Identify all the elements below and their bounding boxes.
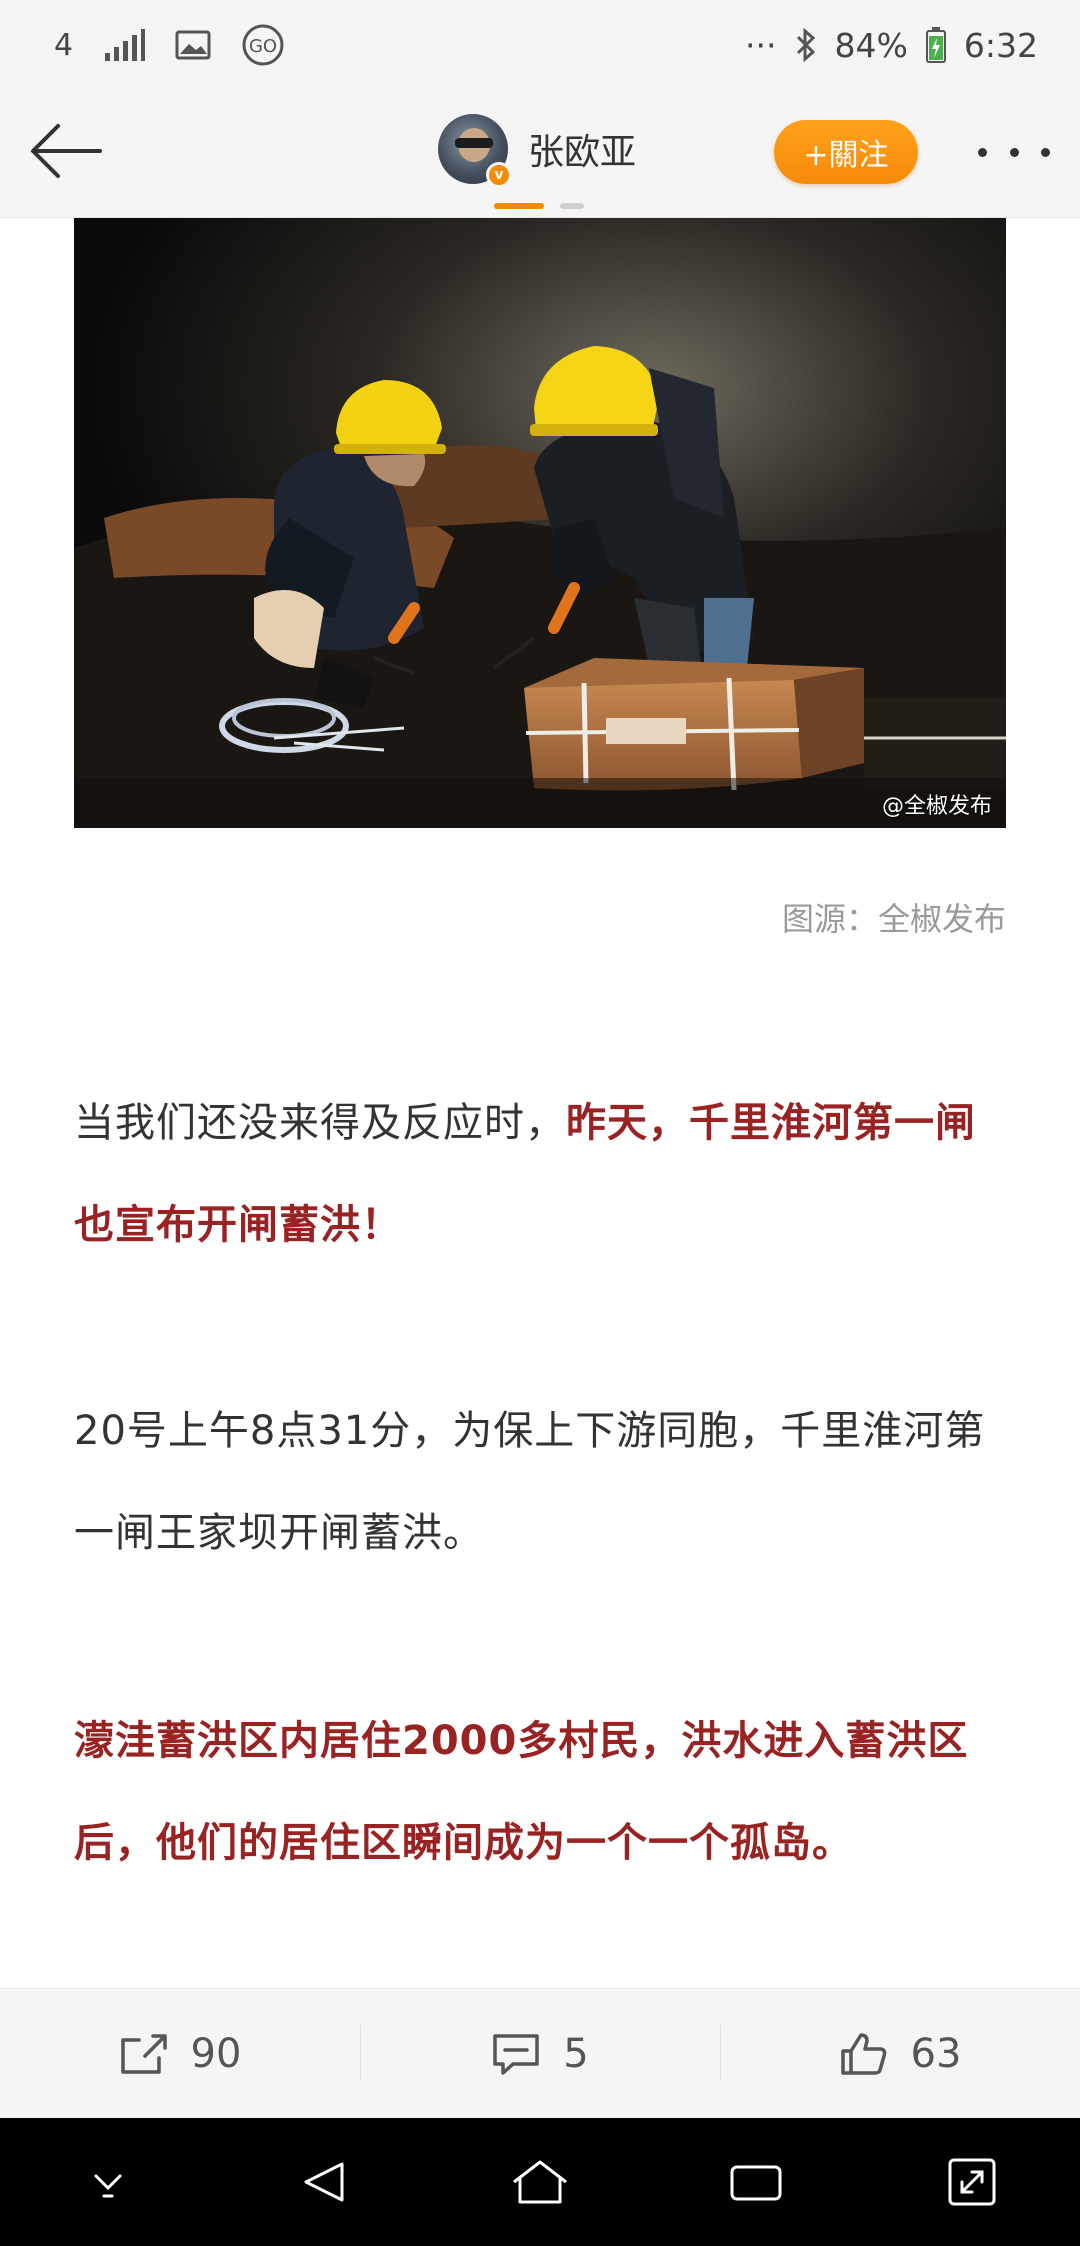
verified-icon: v xyxy=(486,162,512,188)
image-icon xyxy=(175,30,211,60)
chevron-down-icon xyxy=(94,2174,122,2198)
paragraph-text: 当我们还没来得及反应时， xyxy=(74,1100,566,1146)
tab-indicator-idle xyxy=(560,203,584,209)
share-icon xyxy=(120,2033,167,2074)
share-count: 90 xyxy=(190,2030,242,2077)
tab-indicator-active xyxy=(494,203,544,209)
arrow-left-icon xyxy=(31,124,102,178)
back-triangle-icon xyxy=(304,2162,344,2202)
clock: 6:32 xyxy=(963,25,1038,65)
go-icon: GO xyxy=(242,24,284,66)
photo-watermark: @全椒发布 xyxy=(881,794,992,819)
image-source-caption: 图源：全椒发布 xyxy=(781,900,1006,938)
hide-keyboard-button[interactable] xyxy=(68,2142,148,2222)
article-paragraph: 当我们还没来得及反应时，昨天，千里淮河第一闸也宣布开闸蓄洪！ xyxy=(74,1072,1006,1276)
share-button[interactable]: 90 xyxy=(0,1989,360,2118)
network-4g-icon: 4 xyxy=(54,27,74,63)
author-name: 张欧亚 xyxy=(528,132,637,173)
expand-icon xyxy=(948,2158,996,2206)
paragraph-text: 20号上午8点31分，为保上下游同胞，千里淮河第一闸王家坝开闸蓄洪。 xyxy=(74,1408,986,1556)
system-recents-button[interactable] xyxy=(716,2142,796,2222)
article-paragraph: 濛洼蓄洪区内居住2000多村民，洪水进入蓄洪区后，他们的居住区瞬间成为一个一个孤… xyxy=(74,1690,1006,1894)
battery-percent: 84% xyxy=(834,25,908,65)
more-dots-icon: ··· xyxy=(745,25,777,65)
status-bar: 4 GO ··· 84% 6:32 xyxy=(0,0,1080,90)
article-paragraph: 20号上午8点31分，为保上下游同胞，千里淮河第一闸王家坝开闸蓄洪。 xyxy=(74,1380,1006,1584)
svg-text:GO: GO xyxy=(249,36,277,57)
expand-screen-button[interactable] xyxy=(932,2142,1012,2222)
avatar[interactable]: v xyxy=(438,114,512,188)
more-options-button[interactable] xyxy=(978,134,1050,170)
bluetooth-icon xyxy=(796,28,815,62)
follow-button[interactable]: +關注 xyxy=(774,120,918,184)
comment-count: 5 xyxy=(563,2030,589,2077)
bottom-action-bar: 90 5 63 xyxy=(0,1988,1080,2118)
top-nav-bar: v 张欧亚 +關注 xyxy=(0,90,1080,218)
article-photo[interactable]: @全椒发布 xyxy=(74,218,1006,828)
recents-icon xyxy=(730,2165,782,2201)
system-home-button[interactable] xyxy=(500,2142,580,2222)
flood-workers-photo xyxy=(74,218,1006,828)
battery-charging-icon xyxy=(925,27,946,63)
like-count: 63 xyxy=(910,2030,962,2077)
like-button[interactable]: 63 xyxy=(720,1989,1080,2118)
system-navigation-bar xyxy=(0,2118,1080,2246)
author-info[interactable]: v 张欧亚 xyxy=(438,114,637,188)
home-icon xyxy=(513,2160,567,2204)
comment-icon xyxy=(493,2033,540,2075)
paragraph-highlight: 濛洼蓄洪区内居住2000多村民，洪水进入蓄洪区后，他们的居住区瞬间成为一个一个孤… xyxy=(74,1718,969,1866)
more-dot xyxy=(1041,147,1050,157)
thumbs-up-icon xyxy=(840,2032,886,2075)
article-content: @全椒发布 图源：全椒发布 当我们还没来得及反应时，昨天，千里淮河第一闸也宣布开… xyxy=(0,218,1080,1988)
comment-button[interactable]: 5 xyxy=(360,1989,720,2118)
more-dot xyxy=(1009,147,1019,157)
signal-icon xyxy=(105,29,146,61)
system-back-button[interactable] xyxy=(284,2142,364,2222)
more-dot xyxy=(978,147,987,157)
back-button[interactable] xyxy=(28,116,108,186)
